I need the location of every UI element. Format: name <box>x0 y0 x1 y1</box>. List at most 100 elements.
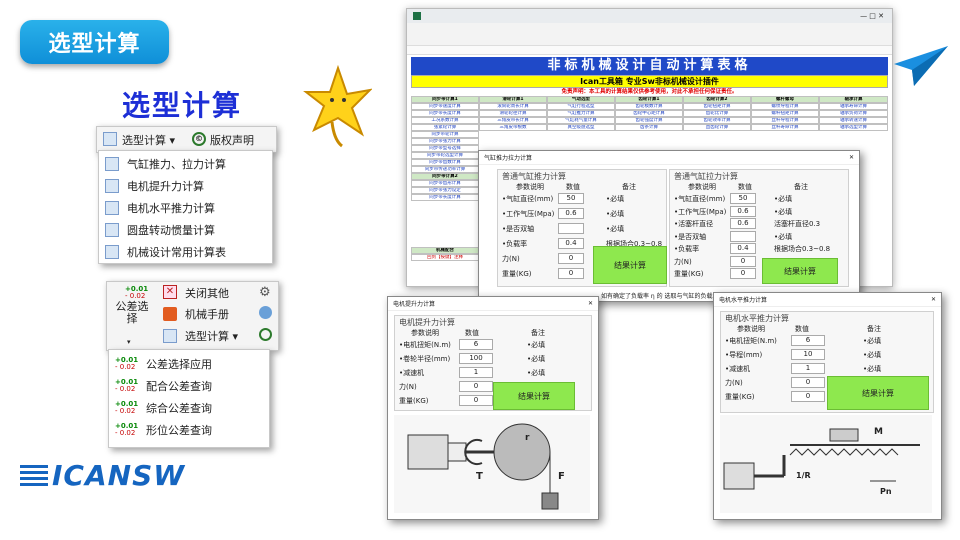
value-input[interactable]: 0 <box>730 255 756 267</box>
lift-group: 电机提升力计算 参数说明 数值 备注 •电机扭矩(N.m) 6 •必填 •卷轮半径(m… <box>394 315 592 411</box>
gear-icon[interactable]: ⚙ <box>259 285 271 300</box>
value-input[interactable]: 0.4 <box>730 243 756 254</box>
excel-link-cell[interactable]: 轴承负荷计算 <box>819 110 888 117</box>
excel-link-cell[interactable]: 轴承寿命计算 <box>819 103 888 110</box>
calculate-button[interactable]: 结果计算 <box>762 258 838 284</box>
excel-link-cell[interactable]: 同步带轮选型计算 <box>411 152 479 159</box>
value-input[interactable]: 0.6 <box>730 205 756 217</box>
excel-link-cell[interactable]: 滚筒轮周长计算 <box>479 103 547 110</box>
value-input[interactable]: 0.6 <box>558 208 584 219</box>
excel-link-cell[interactable]: 丝杆寿命计算 <box>751 124 819 131</box>
calculate-button[interactable]: 结果计算 <box>493 382 575 410</box>
value-input[interactable]: 100 <box>459 353 493 364</box>
copyright-button[interactable]: 版权声明 <box>210 132 254 148</box>
excel-link-cell[interactable]: 同步带张力计算 <box>411 138 479 145</box>
menu-item-tolerance-apply[interactable]: +0.01- 0.02 公差选择应用 <box>109 353 269 375</box>
value-input[interactable]: 0 <box>791 391 825 402</box>
menu-item-mech-table[interactable]: 机械设计常用计算表 <box>99 241 272 263</box>
excel-link-cell[interactable]: 气缸行程选型 <box>547 103 615 110</box>
value-input[interactable]: 0 <box>459 395 493 406</box>
excel-link-cell[interactable]: 同步带长度计算 <box>411 194 479 201</box>
excel-link-cell[interactable]: 回到【按键】注释 <box>411 254 479 261</box>
excel-link-cell[interactable]: 轴承转速计算 <box>819 117 888 124</box>
paper-plane-icon <box>894 46 948 86</box>
excel-link-cell[interactable]: 同步带长度计算 <box>411 110 479 117</box>
value-input[interactable]: 50 <box>730 193 756 204</box>
excel-link-cell[interactable]: 齿轮中心距计算 <box>615 110 683 117</box>
value-input[interactable]: 1 <box>459 367 493 378</box>
title-pill: 选型计算 <box>20 20 169 64</box>
calculate-button[interactable]: 结果计算 <box>827 376 929 410</box>
lift-dialog: 电机提升力计算 ✕ 电机提升力计算 参数说明 数值 备注 •电机扭矩(N.m) 6 •… <box>387 296 599 520</box>
value-input[interactable] <box>558 223 584 234</box>
close-icon[interactable]: ✕ <box>849 154 854 161</box>
excel-link-cell[interactable]: 气缸推力计算 <box>547 110 615 117</box>
excel-link-cell[interactable]: 螺纹导程计算 <box>751 103 819 110</box>
mech-manual-button[interactable]: 机械手册 <box>185 306 229 322</box>
excel-link-cell[interactable]: 同步带传递功率计算 <box>411 166 479 173</box>
excel-link-cell[interactable]: 张紧轮计算 <box>411 124 479 131</box>
field-label: •电机扭矩(N.m) <box>399 341 451 349</box>
cylinder-dialog: 气缸推力拉力计算 ✕ 普通气缸推力计算 参数说明 数值 备注 •气缸直径(mm) 5… <box>478 150 860 302</box>
excel-link-cell[interactable]: 同步带齿形计算 <box>411 180 479 187</box>
value-input[interactable]: 6 <box>791 335 825 346</box>
tolerance-select-button[interactable]: 公差选择 <box>115 301 149 325</box>
excel-link-cell[interactable]: 三角皮带长计算 <box>479 117 547 124</box>
excel-link-cell[interactable]: 直齿轮计算 <box>683 124 751 131</box>
excel-link-cell[interactable]: 齿轮扭矩计算 <box>683 103 751 110</box>
select-calc-menu-2[interactable]: 选型计算 ▾ <box>185 328 238 344</box>
value-input[interactable] <box>730 230 756 242</box>
value-input[interactable]: 10 <box>791 349 825 360</box>
menu-item-general-tolerance[interactable]: +0.01- 0.02 综合公差查询 <box>109 397 269 419</box>
value-input[interactable]: 0 <box>459 381 493 392</box>
menu-item-motor-lift[interactable]: 电机提升力计算 <box>99 175 272 197</box>
excel-link-cell[interactable]: 同步带齿数计算 <box>411 159 479 166</box>
excel-link-cell[interactable]: 同步带速度计算 <box>411 103 479 110</box>
excel-link-cell[interactable]: 滑轮轮径计算 <box>479 110 547 117</box>
menu-item-motor-horizontal[interactable]: 电机水平推力计算 <box>99 197 272 219</box>
value-input[interactable]: 6 <box>459 339 493 350</box>
value-input[interactable]: 1 <box>791 363 825 374</box>
value-input[interactable]: 0 <box>730 268 756 279</box>
excel-link-cell[interactable]: 齿轮比计算 <box>683 110 751 117</box>
value-input[interactable]: 0.6 <box>730 218 756 229</box>
excel-link-cell[interactable]: 螺杆扭矩计算 <box>751 110 819 117</box>
value-input[interactable]: 0 <box>558 268 584 279</box>
excel-link-cell[interactable]: 同步带型号选择 <box>411 145 479 152</box>
menu-item-fit-tolerance[interactable]: +0.01- 0.02 配合公差查询 <box>109 375 269 397</box>
menu-item-cylinder[interactable]: 气缸推力、拉力计算 <box>99 153 272 175</box>
copyright-icon[interactable] <box>259 328 272 341</box>
close-other-button[interactable]: 关闭其他 <box>185 285 229 301</box>
excel-link-cell[interactable]: 同步带轮计算 <box>411 131 479 138</box>
close-icon[interactable]: ✕ <box>931 296 936 303</box>
close-icon[interactable]: ✕ <box>588 300 593 307</box>
select-calc-menu[interactable]: 选型计算 ▾ <box>122 132 175 148</box>
field-label: •减速机 <box>399 369 425 377</box>
excel-link-cell[interactable]: 工况系数计算 <box>411 117 479 124</box>
excel-link-cell[interactable]: 轴承选型计算 <box>819 124 888 131</box>
menu-item-geometric-tolerance[interactable]: +0.01- 0.02 形位公差查询 <box>109 419 269 441</box>
value-input[interactable]: 0.4 <box>558 238 584 249</box>
excel-link-cell[interactable]: 真空吸盘选型 <box>547 124 615 131</box>
field-label: •工作气压(Mpa) <box>502 210 555 218</box>
excel-link-cell[interactable]: 齿条计算 <box>615 124 683 131</box>
pull-group: 普通气缸拉力计算 参数说明 数值 备注 •气缸直径(mm) 50 •必填 •工作气压(… <box>669 169 849 287</box>
menu-item-disc-inertia[interactable]: 圆盘转动惯量计算 <box>99 219 272 241</box>
value-input[interactable]: 0 <box>791 377 825 388</box>
excel-link-cell[interactable]: 丝杆导程计算 <box>751 117 819 124</box>
column-header: 备注 <box>622 183 636 191</box>
calculate-button[interactable]: 结果计算 <box>593 246 667 284</box>
excel-link-cell[interactable]: 齿轮模数计算 <box>615 103 683 110</box>
excel-link-cell[interactable]: 三角皮带根数 <box>479 124 547 131</box>
excel-link-cell[interactable]: 同步带张力设定 <box>411 187 479 194</box>
formula-bar[interactable] <box>407 46 892 55</box>
excel-link-cell[interactable]: 齿轮强度计算 <box>615 117 683 124</box>
value-input[interactable]: 50 <box>558 193 584 204</box>
value-input[interactable]: 0 <box>558 253 584 264</box>
excel-link-cell[interactable]: 气缸耗气量计算 <box>547 117 615 124</box>
excel-link-cell[interactable]: 齿轮效率计算 <box>683 117 751 124</box>
excel-notice: 免责声明：本工具的计算结果仅供参考使用，对此不承担任何保证责任。 <box>561 89 738 95</box>
field-label: 重量(KG) <box>502 270 532 278</box>
globe-icon[interactable] <box>259 306 272 319</box>
chevron-down-icon[interactable]: ▾ <box>127 338 131 346</box>
